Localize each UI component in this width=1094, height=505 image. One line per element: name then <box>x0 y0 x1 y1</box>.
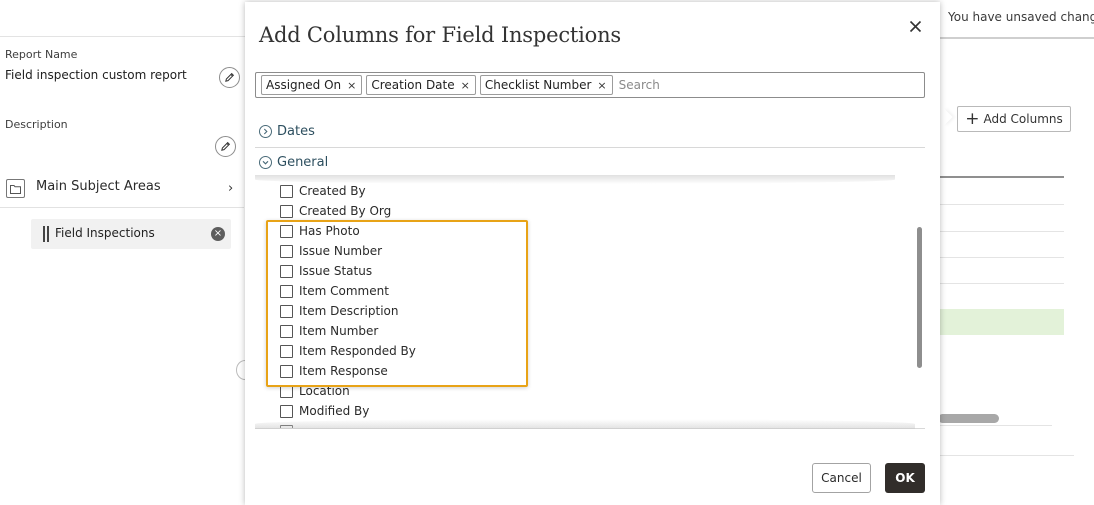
checkbox-icon[interactable] <box>280 304 293 318</box>
list-item[interactable]: Has Photo <box>280 221 360 241</box>
item-label: Issue Number <box>299 244 383 258</box>
checkbox-icon[interactable] <box>280 344 293 358</box>
cancel-button[interactable]: Cancel <box>812 463 871 493</box>
chevron-down-circle-icon <box>259 156 272 169</box>
checkbox-icon[interactable] <box>280 404 293 418</box>
checkbox-icon[interactable] <box>280 384 293 398</box>
table-row-line <box>938 204 1064 205</box>
selected-field-pill[interactable]: Field Inspections × <box>31 219 231 249</box>
close-icon <box>909 20 921 32</box>
chip-remove-icon[interactable]: × <box>461 79 470 92</box>
item-label: Item Responded By <box>299 344 416 358</box>
list-item[interactable]: Item Number <box>280 321 378 341</box>
section-label: Dates <box>277 124 315 139</box>
checkbox-icon[interactable] <box>280 364 293 378</box>
horizontal-scrollbar[interactable] <box>938 414 999 423</box>
item-label: Modified By <box>299 404 370 418</box>
edit-icon <box>221 141 231 151</box>
top-divider <box>0 36 245 37</box>
chevron-right-circle-icon <box>259 125 272 138</box>
unsaved-underline <box>940 37 1094 39</box>
item-label: Item Number <box>299 324 379 338</box>
list-item[interactable]: Item Response <box>280 361 388 381</box>
chevron-right-icon: › <box>228 181 234 196</box>
table-footer-line <box>938 455 1074 456</box>
column-search-field[interactable]: Assigned On × Creation Date × Checklist … <box>255 72 925 98</box>
item-label: Item Description <box>299 304 399 318</box>
list-item[interactable]: Created By Org <box>280 201 391 221</box>
list-item[interactable]: Issue Number <box>280 241 382 261</box>
report-name-label: Report Name <box>5 48 78 61</box>
chip-remove-icon[interactable]: × <box>597 79 606 92</box>
list-item[interactable]: Location <box>280 381 350 401</box>
close-button[interactable] <box>905 16 925 36</box>
add-columns-dialog: Add Columns for Field Inspections Assign… <box>245 2 940 505</box>
scroll-shadow-bottom <box>255 419 915 429</box>
main-subject-areas-row[interactable]: Main Subject Areas › <box>6 178 242 200</box>
column-list[interactable]: Created By Created By Org Has Photo Issu… <box>255 175 925 429</box>
plus-icon: + <box>965 108 980 129</box>
table-footer-line <box>938 425 1052 426</box>
subject-divider <box>0 207 244 208</box>
section-divider <box>255 147 925 148</box>
chip-creation-date[interactable]: Creation Date × <box>366 75 476 95</box>
search-input[interactable]: Search <box>619 78 660 92</box>
edit-icon <box>225 72 235 82</box>
section-dates[interactable]: Dates <box>259 124 315 139</box>
edit-description-button[interactable] <box>215 136 236 157</box>
description-label: Description <box>5 118 68 131</box>
report-name-value: Field inspection custom report <box>5 68 187 82</box>
item-label: Has Photo <box>299 224 360 238</box>
chip-remove-icon[interactable]: × <box>347 79 356 92</box>
chip-label: Creation Date <box>371 78 455 92</box>
selected-field-label: Field Inspections <box>55 226 155 240</box>
checkbox-icon[interactable] <box>280 264 293 278</box>
dialog-title: Add Columns for Field Inspections <box>259 23 621 47</box>
chip-assigned-on[interactable]: Assigned On × <box>261 75 363 95</box>
selected-table-row[interactable] <box>938 309 1064 335</box>
checkbox-icon[interactable] <box>280 324 293 338</box>
item-label: Issue Status <box>299 264 373 278</box>
remove-icon[interactable]: × <box>211 227 225 241</box>
item-label: Item Response <box>299 364 388 378</box>
section-general[interactable]: General <box>259 155 328 170</box>
list-item[interactable]: Item Comment <box>280 281 389 301</box>
checkbox-icon[interactable] <box>280 204 293 218</box>
chip-checklist-number[interactable]: Checklist Number × <box>479 75 613 95</box>
edit-report-name-button[interactable] <box>219 67 240 88</box>
checkbox-icon[interactable] <box>280 184 293 198</box>
list-item[interactable]: Modified By <box>280 401 369 421</box>
table-row-line <box>938 283 1064 284</box>
table-row-line <box>938 257 1064 258</box>
list-item[interactable]: Item Responded By <box>280 341 416 361</box>
item-label: Created By Org <box>299 204 392 218</box>
item-label: Location <box>299 384 350 398</box>
folder-icon <box>6 179 25 198</box>
add-columns-button[interactable]: + Add Columns <box>957 106 1071 132</box>
chip-label: Checklist Number <box>484 78 592 92</box>
scroll-shadow-top <box>255 175 895 184</box>
list-scrollbar[interactable] <box>917 227 922 368</box>
section-label: General <box>277 155 329 170</box>
drag-handle-icon[interactable] <box>43 226 49 242</box>
checkbox-icon[interactable] <box>280 224 293 238</box>
checkbox-icon[interactable] <box>280 284 293 298</box>
main-subject-areas-label: Main Subject Areas <box>36 179 161 194</box>
unsaved-changes-text: You have unsaved changes <box>948 10 1094 24</box>
table-row-line <box>938 231 1064 232</box>
list-item[interactable]: Issue Status <box>280 261 372 281</box>
add-columns-label: Add Columns <box>983 112 1063 126</box>
item-label: Item Comment <box>299 284 389 298</box>
list-item[interactable]: Created By <box>280 181 366 201</box>
item-label: Created By <box>299 184 366 198</box>
ok-button[interactable]: OK <box>885 463 925 493</box>
chip-label: Assigned On <box>266 78 342 92</box>
table-header-line <box>938 176 1064 178</box>
checkbox-icon[interactable] <box>280 244 293 258</box>
list-item[interactable]: Item Description <box>280 301 398 321</box>
